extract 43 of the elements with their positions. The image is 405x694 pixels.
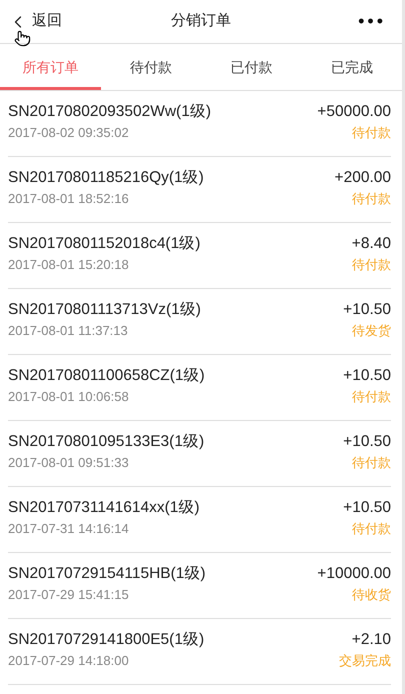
page-title: 分销订单 — [171, 11, 231, 32]
order-number: SN20170801095133E3(1级) — [8, 432, 204, 452]
order-time: 2017-07-29 15:41:15 — [8, 586, 130, 604]
order-number: SN20170801152018c4(1级) — [8, 234, 200, 254]
order-amount: +10.50 — [343, 432, 391, 452]
order-time: 2017-08-01 11:37:13 — [8, 322, 129, 340]
order-number: SN20170729154115HB(1级) — [8, 564, 206, 584]
order-status: 待收货 — [352, 586, 391, 604]
order-number: SN20170801113713Vz(1级) — [8, 300, 201, 320]
order-number: SN20170729141800E5(1级) — [8, 630, 204, 650]
tab[interactable]: 已完成 — [302, 44, 402, 90]
tab[interactable]: 已付款 — [201, 44, 302, 90]
order-number: SN20170801185216Qy(1级) — [8, 168, 204, 188]
order-time: 2017-07-31 14:16:14 — [8, 520, 130, 538]
order-time: 2017-08-02 09:35:02 — [8, 124, 130, 142]
order-amount: +10000.00 — [317, 564, 391, 584]
more-button[interactable]: ••• — [358, 8, 386, 35]
order-time: 2017-08-01 09:51:33 — [8, 454, 130, 472]
order-amount: +10.50 — [343, 300, 391, 320]
order-status: 待付款 — [352, 256, 391, 274]
order-amount: +50000.00 — [317, 102, 391, 122]
cursor-icon — [14, 30, 31, 47]
tab[interactable]: 待付款 — [100, 44, 201, 90]
order-status: 待付款 — [352, 190, 391, 208]
order-time: 2017-07-29 14:18:00 — [8, 652, 130, 670]
order-amount: +10.50 — [343, 498, 391, 518]
order-number: SN20170801100658CZ(1级) — [8, 366, 205, 386]
order-status: 待付款 — [352, 454, 391, 472]
order-amount: +200.00 — [334, 168, 391, 188]
order-number: SN20170731141614xx(1级) — [8, 498, 200, 518]
order-time: 2017-08-01 10:06:58 — [8, 388, 130, 406]
order-status: 待付款 — [352, 388, 391, 406]
order-status: 待付款 — [352, 520, 391, 538]
order-status: 交易完成 — [339, 652, 391, 670]
order-amount: +10.50 — [343, 366, 391, 386]
back-button[interactable]: 返回 — [8, 10, 62, 33]
order-amount: +8.40 — [352, 234, 391, 254]
order-time: 2017-08-01 15:20:18 — [8, 256, 130, 274]
order-amount: +2.10 — [352, 630, 391, 650]
order-number: SN20170802093502Ww(1级) — [8, 102, 211, 122]
order-time: 2017-08-01 18:52:16 — [8, 190, 130, 208]
order-status: 待付款 — [352, 124, 391, 142]
order-status: 待发货 — [352, 322, 391, 340]
